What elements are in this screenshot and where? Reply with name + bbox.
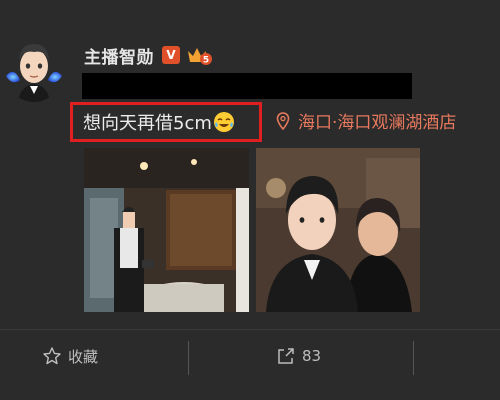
photo-group-selfie[interactable] (256, 148, 420, 312)
svg-text:5: 5 (203, 56, 209, 66)
post-text: 想向天再借5cm (83, 113, 212, 134)
location-text: 海口·海口观澜湖酒店 (298, 113, 457, 133)
location-link[interactable]: 海口·海口观澜湖酒店 (276, 108, 456, 133)
author-name[interactable]: 主播智勋 (84, 43, 154, 68)
action-separator (188, 341, 189, 375)
member-crown-icon: 5 (186, 45, 212, 66)
divider (0, 329, 500, 330)
author-row: 主播智勋 V 5 (84, 42, 212, 68)
repost-button[interactable]: 83 (276, 331, 321, 381)
laughing-tears-emoji-icon (213, 111, 235, 133)
favorite-button[interactable]: 收藏 (42, 331, 98, 381)
redacted-bar (82, 73, 412, 99)
weibo-post: 主播智勋 V 5 想向天再借5cm 海口·海口观澜湖酒店 收藏 83 (0, 0, 500, 400)
bottom-edge (0, 388, 500, 400)
photo-bathroom-selfie[interactable] (84, 148, 249, 312)
status-highlight: 想向天再借5cm (70, 102, 262, 142)
action-separator (413, 341, 414, 375)
avatar[interactable] (4, 36, 64, 102)
action-bar: 收藏 83 (0, 331, 500, 381)
star-icon (43, 347, 61, 365)
location-pin-icon (276, 111, 290, 130)
favorite-label: 收藏 (68, 347, 99, 366)
verified-badge-icon: V (162, 46, 180, 64)
repost-count: 83 (302, 347, 322, 365)
share-icon (278, 348, 294, 364)
